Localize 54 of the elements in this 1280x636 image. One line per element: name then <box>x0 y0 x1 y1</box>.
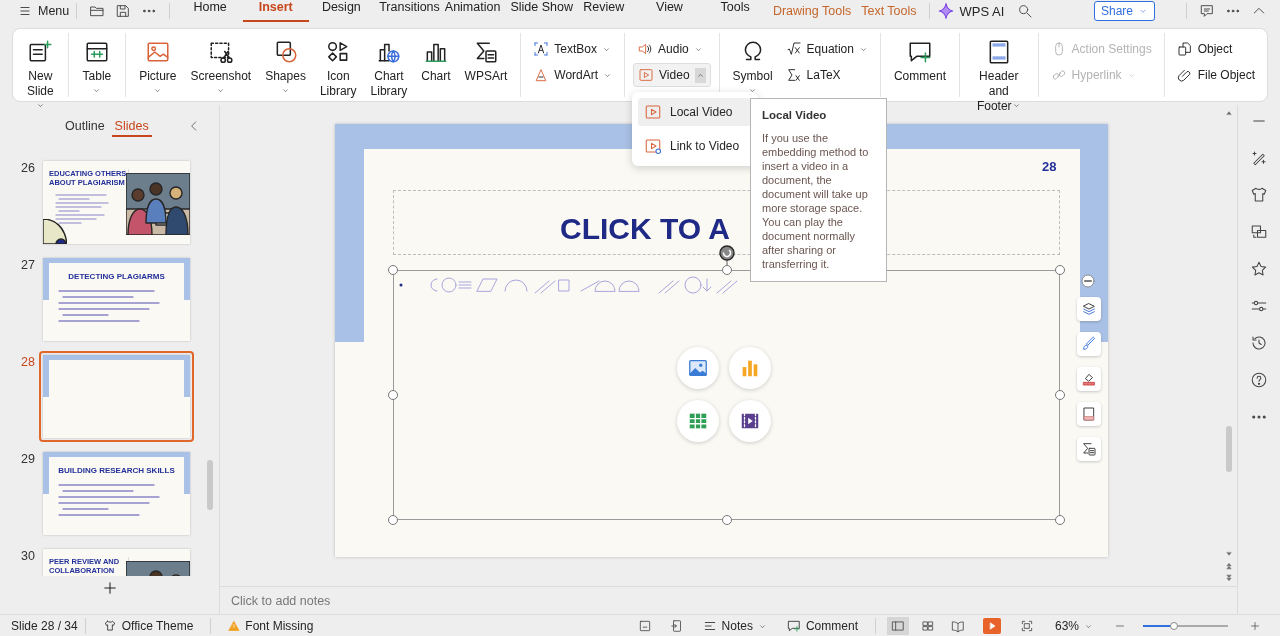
ribbon-button[interactable]: Picture <box>134 33 182 99</box>
theme-button[interactable]: Office Theme <box>102 619 194 633</box>
menu-tab[interactable]: Drawing Tools <box>767 0 857 22</box>
ribbon-button[interactable]: Video <box>633 63 711 87</box>
menu-tab[interactable]: Animation <box>439 0 506 22</box>
ribbon-button[interactable]: LaTeX <box>781 63 872 87</box>
wps-ai-button[interactable]: WPS AI <box>936 2 1005 20</box>
ribbon-button[interactable]: Symbol <box>727 33 778 99</box>
slide-number: 27 <box>20 257 36 272</box>
menu-tab[interactable]: View <box>636 0 703 22</box>
ribbon-button[interactable]: Table <box>76 33 118 99</box>
tooltip-title: Local Video <box>762 109 828 121</box>
ribbon-button[interactable]: Header and Footer <box>967 33 1030 114</box>
slide-number: 26 <box>20 160 36 175</box>
panel-tab[interactable]: Outline <box>62 115 108 137</box>
panel-tab[interactable]: Slides <box>111 115 152 137</box>
menu-tab[interactable]: Text Tools <box>856 0 922 22</box>
menu-button[interactable]: Menu <box>18 4 70 18</box>
menu-item[interactable]: Link to Video <box>638 132 752 160</box>
ribbon-button[interactable]: Audio <box>633 37 711 61</box>
ribbon-button[interactable]: Icon Library <box>314 33 362 99</box>
thumbnail-title: BUILDING RESEARCH SKILLS <box>57 466 176 475</box>
tooltip-text: If you use the embedding method to insert a video in a document, the document will take up more storage space. You can play the document normally after sharing or transferring it. <box>762 131 870 271</box>
ribbon-button[interactable]: Screenshot <box>185 33 257 99</box>
ribbon-button[interactable]: Object <box>1172 37 1259 61</box>
slide-counter: Slide 28 / 34 <box>11 619 78 633</box>
thumbnail-title: DETECTING PLAGIARMS <box>67 272 166 281</box>
ribbon-button[interactable]: Comment <box>888 33 951 84</box>
slide-number: 28 <box>20 354 36 369</box>
menu-tab[interactable]: Home <box>177 0 243 22</box>
menu-item[interactable]: Local Video <box>638 98 752 126</box>
menu-tab[interactable]: Slide Show <box>505 0 572 22</box>
slide-title: CLICK TO A <box>560 214 730 244</box>
ribbon-button[interactable]: New Slide <box>21 33 60 114</box>
ribbon-button[interactable]: WordArt <box>529 63 617 87</box>
ribbon-button[interactable]: WPSArt <box>459 33 513 84</box>
font-missing-button[interactable]: Font Missing <box>228 619 314 633</box>
menu-tab[interactable]: Design <box>308 0 375 22</box>
ribbon-button[interactable]: Chart <box>416 33 456 84</box>
slide-number: 29 <box>20 451 36 466</box>
zoom-dropdown[interactable]: 63% <box>1054 619 1093 633</box>
menu-tab[interactable]: Transitions <box>374 0 440 22</box>
notes-button[interactable]: Notes <box>702 619 767 633</box>
ribbon-button[interactable]: File Object <box>1172 63 1259 87</box>
ribbon-button[interactable]: Chart Library <box>365 33 413 99</box>
ribbon-button[interactable]: Equation <box>781 37 872 61</box>
ribbon-button[interactable]: TextBox <box>529 37 617 61</box>
share-button[interactable]: Share <box>1093 1 1155 21</box>
menu-tab[interactable]: Insert <box>242 0 309 22</box>
slide-number: 30 <box>20 548 36 563</box>
slide-number: 28 <box>1042 159 1057 174</box>
comment-button[interactable]: Comment <box>786 619 858 633</box>
menu-tab[interactable]: Tools <box>702 0 768 22</box>
ribbon-button[interactable]: Shapes <box>260 33 311 99</box>
